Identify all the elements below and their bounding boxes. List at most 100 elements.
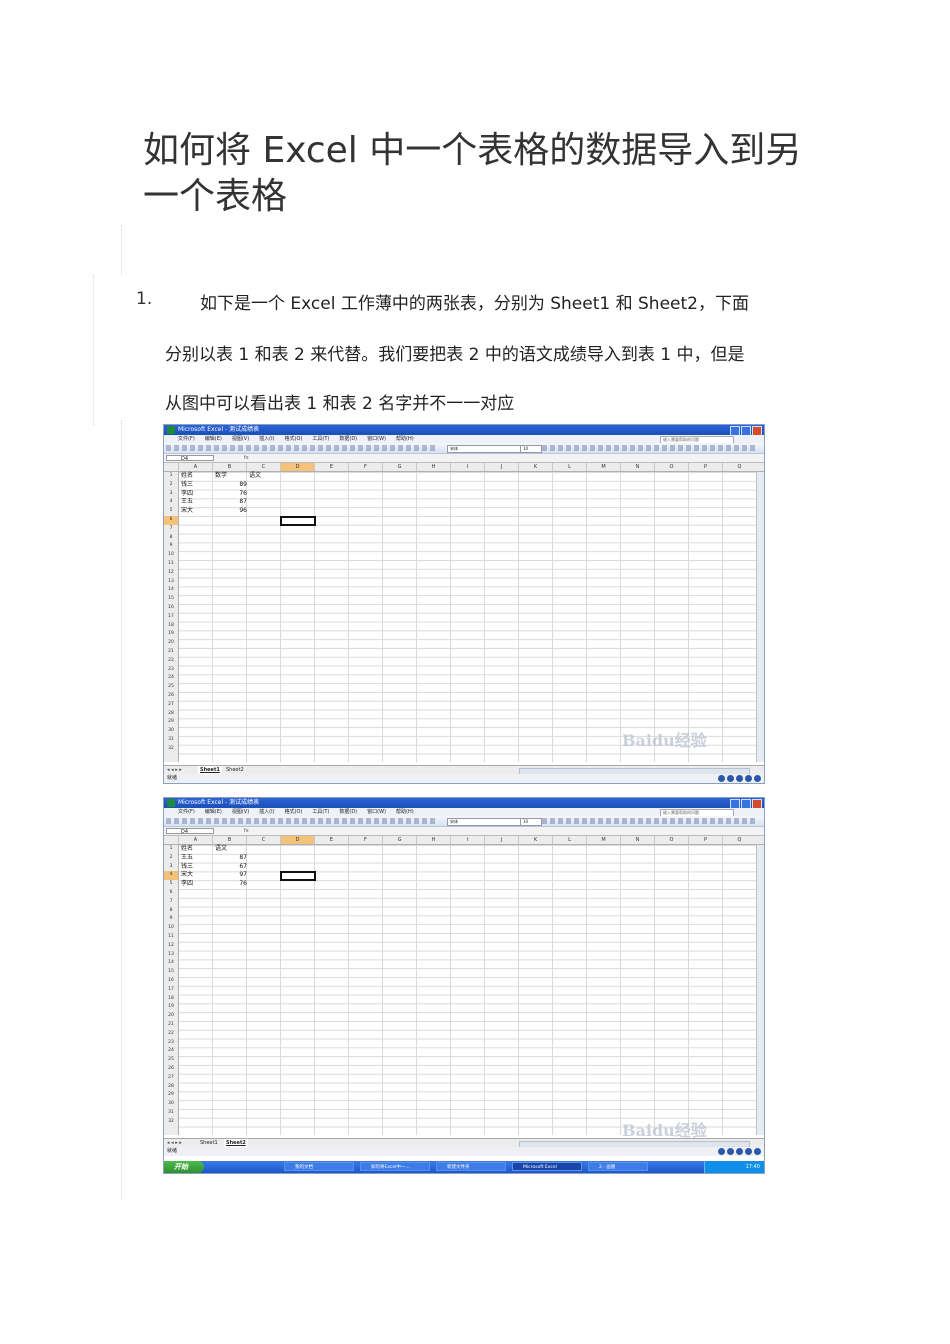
cell-a4[interactable]: 宋大 [181, 871, 193, 880]
menu-insert[interactable]: 插入(I) [259, 808, 274, 816]
cell-a5[interactable]: 宋大 [181, 507, 193, 516]
menu-edit[interactable]: 编辑(E) [205, 435, 222, 443]
col-p[interactable]: P [688, 463, 722, 471]
active-cell[interactable] [280, 516, 316, 526]
taskbar-item-browser[interactable]: 如何将Excel中一... [360, 1162, 430, 1171]
col-j[interactable]: J [484, 836, 518, 844]
taskbar-item-documents[interactable]: 我的文档 [284, 1162, 354, 1171]
cell-b1[interactable]: 语文 [215, 845, 227, 854]
toolbar-icons[interactable] [166, 445, 436, 451]
cell-b4[interactable]: 87 [217, 498, 247, 507]
taskbar-item-excel[interactable]: Microsoft Excel [512, 1162, 582, 1171]
cell-b3[interactable]: 76 [217, 490, 247, 499]
cell-a4[interactable]: 王五 [181, 498, 193, 507]
col-l[interactable]: L [552, 463, 586, 471]
menu-help[interactable]: 帮助(H) [396, 808, 414, 816]
cell-b2[interactable]: 89 [217, 481, 247, 490]
vertical-scrollbar[interactable] [756, 472, 764, 762]
toolbar-icons[interactable] [166, 818, 436, 824]
menu-help[interactable]: 帮助(H) [396, 435, 414, 443]
col-i[interactable]: I [450, 463, 484, 471]
col-n[interactable]: N [620, 463, 654, 471]
menu-window[interactable]: 窗口(W) [367, 435, 386, 443]
vertical-scrollbar[interactable] [756, 845, 764, 1135]
cell-b5[interactable]: 96 [217, 507, 247, 516]
cell-a3[interactable]: 李四 [181, 490, 193, 499]
col-e[interactable]: E [314, 463, 348, 471]
menu-data[interactable]: 数据(D) [339, 435, 357, 443]
cell-b4[interactable]: 97 [217, 871, 247, 880]
menu-format[interactable]: 格式(O) [285, 435, 303, 443]
start-button[interactable]: 开始 [164, 1161, 204, 1173]
col-b[interactable]: B [212, 836, 246, 844]
font-size-select[interactable]: 10 [520, 445, 542, 453]
col-l[interactable]: L [552, 836, 586, 844]
font-size-select[interactable]: 10 [520, 818, 542, 826]
cell-grid[interactable]: 1 2 3 4 5 6 7 8 9 10 11 12 13 14 15 16 17 18 19 20 21 22 23 24 2… [164, 845, 764, 1140]
menu-tools[interactable]: 工具(T) [312, 808, 329, 816]
col-k[interactable]: K [518, 836, 552, 844]
cell-a1[interactable]: 姓名 [181, 472, 193, 481]
font-name-select[interactable]: 宋体 [447, 818, 521, 826]
col-o[interactable]: O [654, 836, 688, 844]
col-m[interactable]: M [586, 836, 620, 844]
col-d[interactable]: D [280, 836, 314, 844]
cell-b5[interactable]: 76 [217, 880, 247, 889]
cell-a2[interactable]: 王五 [181, 854, 193, 863]
col-h[interactable]: H [416, 836, 450, 844]
ime-toolbar[interactable] [718, 1148, 761, 1155]
col-m[interactable]: M [586, 463, 620, 471]
col-d[interactable]: D [280, 463, 314, 471]
name-box[interactable]: D4 [166, 455, 214, 462]
menu-view[interactable]: 视图(V) [232, 808, 249, 816]
col-q[interactable]: Q [722, 463, 756, 471]
col-e[interactable]: E [314, 836, 348, 844]
format-toolbar-icons[interactable] [542, 818, 757, 824]
col-g[interactable]: G [382, 836, 416, 844]
menu-view[interactable]: 视图(V) [232, 435, 249, 443]
active-cell[interactable] [280, 871, 316, 882]
taskbar-item-folder[interactable]: 新建文件夹 [436, 1162, 506, 1171]
name-box[interactable]: D4 [166, 828, 214, 835]
fx-icon[interactable]: fx [244, 455, 249, 461]
col-o[interactable]: O [654, 463, 688, 471]
menu-tools[interactable]: 工具(T) [312, 435, 329, 443]
col-h[interactable]: H [416, 463, 450, 471]
col-a[interactable]: A [178, 463, 212, 471]
cell-b1[interactable]: 数学 [215, 472, 227, 481]
cell-b2[interactable]: 87 [217, 854, 247, 863]
col-f[interactable]: F [348, 836, 382, 844]
col-i[interactable]: I [450, 836, 484, 844]
col-c[interactable]: C [246, 463, 280, 471]
cell-a2[interactable]: 钱三 [181, 481, 193, 490]
font-name-select[interactable]: 宋体 [447, 445, 521, 453]
taskbar-item-paint[interactable]: 2 - 画图 [588, 1162, 648, 1171]
menu-insert[interactable]: 插入(I) [259, 435, 274, 443]
col-c[interactable]: C [246, 836, 280, 844]
col-a[interactable]: A [178, 836, 212, 844]
col-j[interactable]: J [484, 463, 518, 471]
format-toolbar-icons[interactable] [542, 445, 757, 451]
col-n[interactable]: N [620, 836, 654, 844]
cell-a1[interactable]: 姓名 [181, 845, 193, 854]
menu-format[interactable]: 格式(O) [285, 808, 303, 816]
cell-a5[interactable]: 李四 [181, 880, 193, 889]
menu-data[interactable]: 数据(D) [339, 808, 357, 816]
menu-window[interactable]: 窗口(W) [367, 808, 386, 816]
clock[interactable]: 17:40 [746, 1164, 760, 1170]
col-q[interactable]: Q [722, 836, 756, 844]
menu-file[interactable]: 文件(F) [178, 808, 195, 816]
ime-toolbar[interactable] [718, 775, 761, 782]
cell-b3[interactable]: 67 [217, 863, 247, 872]
col-b[interactable]: B [212, 463, 246, 471]
col-p[interactable]: P [688, 836, 722, 844]
col-k[interactable]: K [518, 463, 552, 471]
menu-edit[interactable]: 编辑(E) [205, 808, 222, 816]
cell-grid[interactable]: 1 2 3 4 5 6 7 8 9 10 11 12 13 14 15 16 17 18 19 20 21 22 23 24 2… [164, 472, 764, 762]
fx-icon[interactable]: fx [244, 828, 249, 834]
col-g[interactable]: G [382, 463, 416, 471]
menu-file[interactable]: 文件(F) [178, 435, 195, 443]
cell-c1[interactable]: 语文 [249, 472, 261, 481]
col-f[interactable]: F [348, 463, 382, 471]
status-text: 就绪 [167, 1148, 178, 1154]
